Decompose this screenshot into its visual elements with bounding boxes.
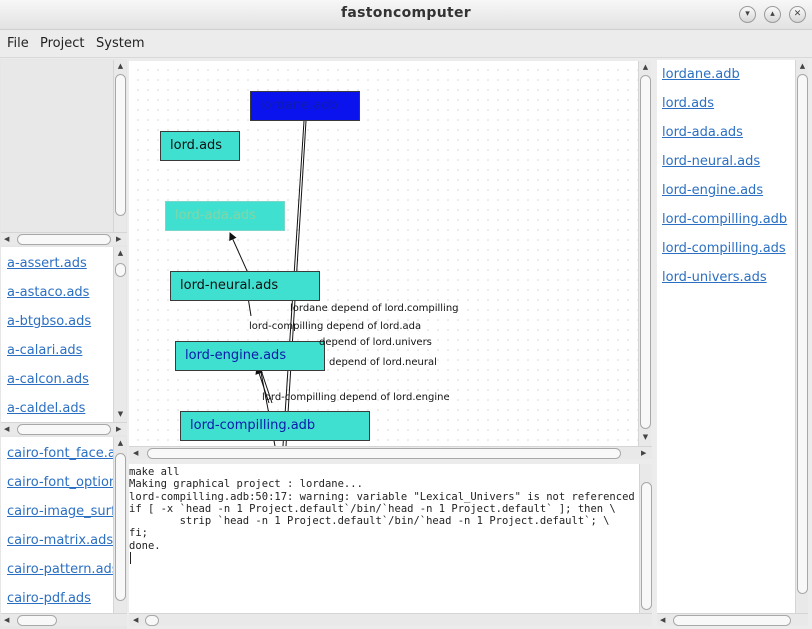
edge-label: lordane depend of lord.compilling (290, 303, 459, 314)
file-item[interactable]: lord-ada.ads (662, 125, 743, 140)
node-lordane[interactable]: lordane.adb (250, 91, 360, 121)
scroll-up-icon[interactable]: ▲ (639, 63, 652, 71)
file-item[interactable]: lord-univers.ads (662, 270, 767, 285)
scroll-left-icon[interactable]: ◀ (4, 614, 9, 627)
close-button[interactable]: ✕ (789, 6, 806, 23)
console-line: lord-compilling.adb:50:17: warning: vari… (129, 490, 635, 503)
file-item[interactable]: lord-neural.ads (662, 154, 760, 169)
edge-label: lord-compilling depend of lord.ada (249, 321, 422, 332)
list-item[interactable]: a-caldel.ads (7, 401, 85, 416)
console-line: fi; (129, 527, 148, 540)
file-item[interactable]: lord.ads (662, 96, 714, 111)
console-hscroll[interactable]: ◀ (129, 613, 652, 626)
scroll-right-icon[interactable]: ▶ (641, 447, 646, 460)
scroll-thumb[interactable] (797, 74, 808, 594)
scroll-thumb[interactable] (17, 424, 111, 435)
left-top-pane (1, 60, 113, 232)
edge-label: depend of lord.neural (329, 357, 437, 368)
file-item[interactable]: lordane.adb (662, 67, 740, 82)
console-line: done. (129, 539, 161, 552)
file-item[interactable]: lord-compilling.adb (662, 212, 787, 227)
list-item[interactable]: cairo-matrix.ads (7, 533, 113, 548)
scroll-up-icon[interactable]: ▲ (114, 62, 127, 70)
list-item[interactable]: cairo-pdf.ads (7, 591, 91, 606)
console-line: if [ -x `head -n 1 Project.default`/bin/… (129, 502, 616, 515)
scroll-thumb[interactable] (17, 234, 111, 245)
scroll-thumb[interactable] (17, 615, 57, 626)
scroll-down-icon[interactable]: ▼ (114, 410, 127, 418)
list-item[interactable]: cairo-font_options.ads (7, 475, 113, 490)
scroll-thumb[interactable] (145, 615, 159, 626)
scroll-thumb[interactable] (641, 482, 652, 610)
node-lord-engine[interactable]: lord-engine.ads (175, 341, 325, 371)
scroll-thumb[interactable] (147, 448, 621, 459)
scroll-thumb[interactable] (673, 615, 791, 626)
maximize-button[interactable]: ▴ (764, 6, 781, 23)
list-item[interactable]: a-calcon.ads (7, 372, 89, 387)
right-hscroll[interactable]: ◀ (657, 613, 808, 626)
list-item[interactable]: a-assert.ads (7, 256, 87, 271)
console-line: strip `head -n 1 Project.default`/bin/`h… (129, 515, 610, 528)
edge-label: depend of lord.univers (319, 337, 432, 348)
scroll-up-icon[interactable]: ▲ (796, 62, 809, 70)
left-list-2: cairo-font_face.ads cairo-font_options.a… (1, 437, 113, 613)
menu-system[interactable]: System (96, 36, 144, 51)
left-top-hscroll[interactable]: ◀ ▶ (1, 232, 127, 245)
menu-project[interactable]: Project (40, 36, 84, 51)
list-item[interactable]: cairo-pattern.ads (7, 562, 113, 577)
node-lord-neural[interactable]: lord-neural.ads (170, 271, 320, 301)
left-list-2-hscroll[interactable]: ◀ (1, 613, 127, 626)
scroll-left-icon[interactable]: ◀ (4, 423, 9, 436)
list-item[interactable]: cairo-image_surface.ads (7, 504, 113, 519)
list-item[interactable]: a-btgbso.ads (7, 314, 91, 329)
scroll-thumb[interactable] (115, 453, 126, 601)
node-lord-ada[interactable]: lord-ada.ads (165, 201, 285, 231)
left-list-1-hscroll[interactable]: ◀ ▶ (1, 422, 127, 435)
scroll-thumb[interactable] (115, 74, 126, 216)
dependency-edges (229, 120, 307, 446)
edge-label: lord-compilling depend of lord.engine (262, 392, 450, 403)
list-item[interactable]: a-calari.ads (7, 343, 82, 358)
scroll-left-icon[interactable]: ◀ (133, 614, 138, 627)
scroll-right-icon[interactable]: ▶ (116, 233, 121, 246)
scroll-right-icon[interactable]: ▶ (116, 423, 121, 436)
node-lord[interactable]: lord.ads (160, 131, 240, 161)
console-vscroll[interactable] (639, 464, 652, 613)
scroll-left-icon[interactable]: ◀ (133, 447, 138, 460)
scroll-left-icon[interactable]: ◀ (4, 233, 9, 246)
left-list-2-vscroll[interactable]: ▲ (113, 437, 126, 613)
right-file-list: lordane.adb lord.ads lord-ada.ads lord-n… (657, 60, 795, 613)
canvas-vscroll[interactable]: ▲ ▼ (638, 61, 651, 446)
scroll-up-icon[interactable]: ▲ (114, 249, 127, 257)
title-bar: fastoncomputer ▾ ▴ ✕ (0, 0, 812, 30)
left-list-1-vscroll[interactable]: ▲ ▼ (113, 247, 126, 422)
window-title: fastoncomputer (341, 5, 471, 21)
console-line: make all (129, 466, 180, 478)
list-item[interactable]: cairo-font_face.ads (7, 446, 113, 461)
canvas-hscroll[interactable]: ◀ ▶ (129, 446, 652, 459)
scroll-thumb[interactable] (115, 263, 126, 277)
text-cursor (130, 552, 131, 565)
list-item[interactable]: a-astaco.ads (7, 285, 89, 300)
dependency-graph-canvas[interactable]: lordane.adb lord.ads lord-ada.ads lord-n… (129, 61, 638, 446)
console-line: Making graphical project : lordane... (129, 478, 363, 491)
file-item[interactable]: lord-compilling.ads (662, 241, 786, 256)
menu-bar: File Project System (0, 30, 812, 58)
file-item[interactable]: lord-engine.ads (662, 183, 763, 198)
right-vscroll[interactable]: ▲ (795, 60, 808, 613)
scroll-up-icon[interactable]: ▲ (114, 439, 127, 447)
node-lord-compilling[interactable]: lord-compilling.adb (180, 411, 370, 441)
scroll-left-icon[interactable]: ◀ (660, 614, 665, 627)
scroll-thumb[interactable] (640, 75, 651, 429)
menu-file[interactable]: File (7, 36, 29, 51)
left-list-1: a-assert.ads a-astaco.ads a-btgbso.ads a… (1, 247, 113, 422)
minimize-button[interactable]: ▾ (739, 6, 756, 23)
build-output-console[interactable]: make all Making graphical project : lord… (129, 464, 639, 613)
left-top-vscroll[interactable]: ▲ (113, 60, 126, 232)
scroll-down-icon[interactable]: ▼ (639, 433, 652, 441)
